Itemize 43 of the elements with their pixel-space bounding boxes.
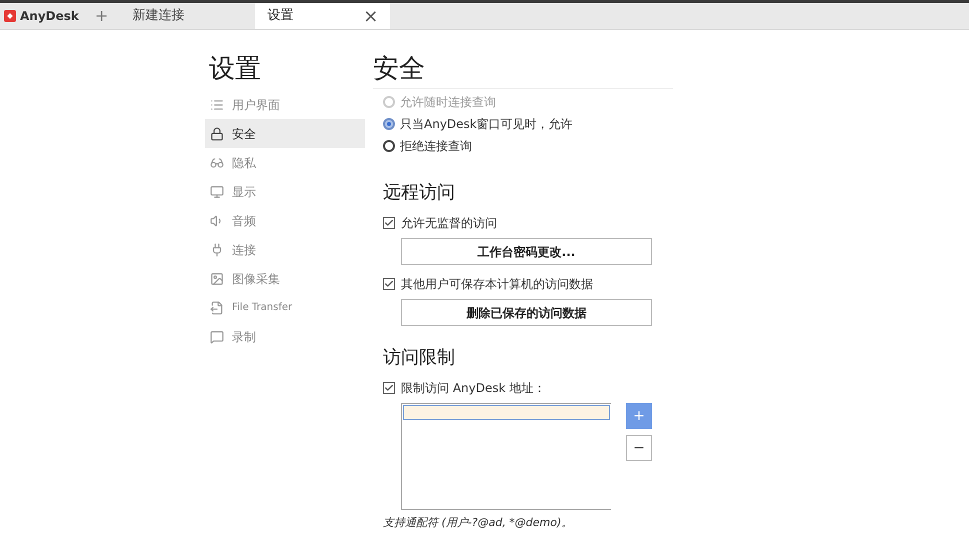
- sidebar-item[interactable]: 隐私: [205, 148, 365, 177]
- checkbox-label: 其他用户可保存本计算机的访问数据: [401, 276, 593, 293]
- hint-text: 支持通配符 (用户-?@ad, *@demo)。: [382, 515, 574, 531]
- sidebar-item[interactable]: 连接: [205, 235, 365, 264]
- sidebar-item[interactable]: 安全: [205, 119, 365, 148]
- sidebar-item[interactable]: 图像采集: [205, 264, 365, 293]
- app-name: AnyDesk: [20, 8, 79, 25]
- add-button[interactable]: +: [626, 403, 652, 429]
- section-title: 安全: [373, 53, 426, 86]
- checkbox-label: 限制访问 AnyDesk 地址：: [401, 380, 546, 397]
- new-tab-button[interactable]: +: [82, 4, 120, 28]
- file-export-icon: [210, 300, 224, 314]
- radio-button[interactable]: [383, 140, 395, 152]
- section-heading: 远程访问: [382, 181, 456, 205]
- tab[interactable]: 设置 ×: [255, 3, 390, 29]
- sidebar-item[interactable]: 用户界面: [205, 90, 365, 119]
- checkbox-label: 允许无监督的访问: [401, 215, 497, 232]
- plug-icon: [210, 242, 224, 256]
- sidebar-item[interactable]: 录制: [205, 322, 365, 351]
- app-logo-icon: [4, 10, 16, 22]
- remove-button[interactable]: −: [626, 435, 652, 461]
- sidebar-item[interactable]: 显示: [205, 177, 365, 206]
- radio-button[interactable]: [383, 118, 395, 130]
- checkbox[interactable]: [383, 382, 395, 394]
- monitor-icon: [210, 184, 224, 198]
- checkbox[interactable]: [383, 217, 395, 229]
- list-icon: [210, 98, 224, 112]
- page-title: 设置: [208, 53, 262, 86]
- radio-label: 只当AnyDesk窗口可见时，允许: [400, 116, 573, 133]
- radio-label: 拒绝连接查询: [400, 138, 472, 155]
- sidebar-item[interactable]: File Transfer: [205, 293, 365, 322]
- action-button[interactable]: 工作台密码更改...: [401, 238, 652, 265]
- glasses-icon: [210, 156, 224, 170]
- tab[interactable]: 新建连接: [120, 3, 256, 29]
- action-button[interactable]: 删除已保存的访问数据: [401, 299, 652, 326]
- section-heading: 访问限制: [382, 346, 456, 370]
- radio-label: 允许随时连接查询: [400, 94, 496, 111]
- checkbox[interactable]: [383, 278, 395, 290]
- lock-icon: [210, 126, 224, 140]
- list-input-row[interactable]: [403, 405, 610, 420]
- close-tab-button[interactable]: ×: [363, 2, 378, 30]
- sidebar-item[interactable]: 音频: [205, 206, 365, 235]
- image-icon: [210, 272, 224, 286]
